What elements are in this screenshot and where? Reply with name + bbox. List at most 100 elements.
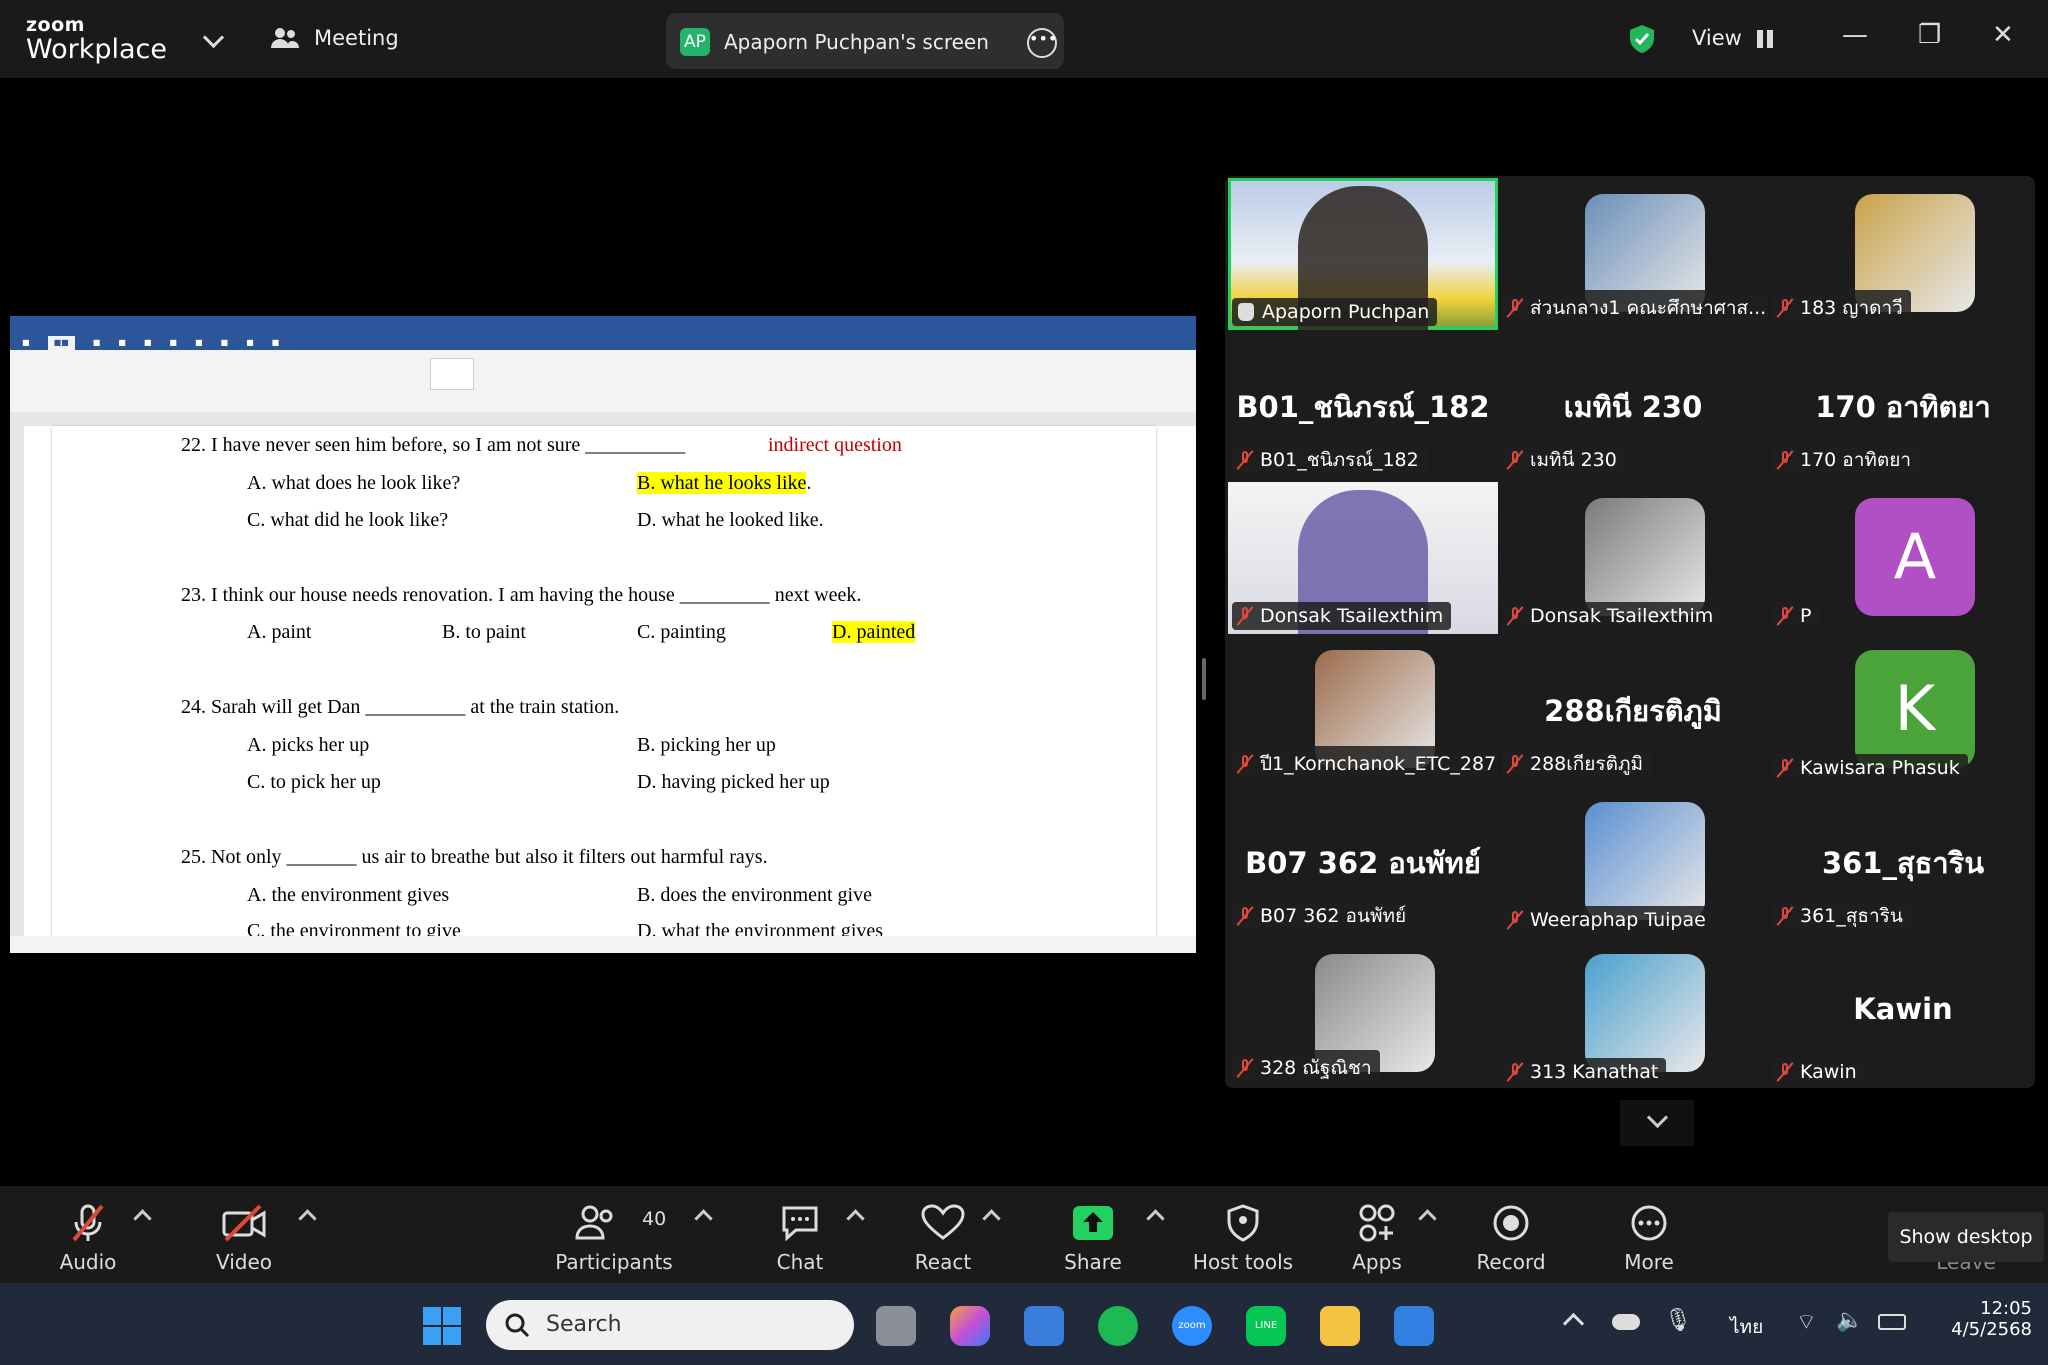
view-button[interactable]: View — [1692, 26, 1773, 50]
more-button[interactable]: More — [1606, 1186, 1692, 1283]
security-shield-icon[interactable] — [1628, 24, 1656, 54]
participant-name-tag: Donsak Tsailexthim — [1502, 602, 1722, 630]
gallery-next-page-button[interactable] — [1620, 1100, 1694, 1146]
participant-name: 313 Kanathat — [1530, 1061, 1659, 1083]
react-button[interactable]: React — [900, 1186, 986, 1283]
clock-date: 4/5/2568 — [1951, 1319, 2032, 1340]
copilot-icon[interactable] — [950, 1306, 990, 1346]
volume-icon[interactable]: 🔈 — [1836, 1308, 1863, 1333]
wifi-icon[interactable]: ⌔ — [1796, 1308, 1817, 1336]
word-ribbon-tabs: ■ ■■ ■ ■ ■ ■ ■ ■ ■ ■ — [10, 336, 1196, 350]
participant-tile[interactable]: B07 362 อนพัทย์ B07 362 อนพัทย์ — [1228, 786, 1498, 938]
participant-display-name: 361_สุธาริน — [1821, 846, 1985, 880]
style-swatch — [476, 358, 518, 388]
participant-tile[interactable]: ปี1_Kornchanok_ETC_287 — [1228, 634, 1498, 786]
windows-start-icon[interactable] — [422, 1306, 462, 1346]
participant-tile[interactable]: 361_สุธาริน 361_สุธาริน — [1768, 786, 2038, 938]
microphone-muted-icon — [1508, 298, 1522, 318]
participant-tile[interactable]: Weeraphap Tuipae — [1498, 786, 1768, 938]
participant-display-name: 288เกียรติภูมิ — [1544, 694, 1722, 728]
brand-logo: Workplace — [26, 34, 168, 65]
style-swatch — [706, 358, 748, 388]
microphone-muted-icon — [1238, 906, 1252, 926]
participant-display-name: 170 อาทิตยา — [1815, 390, 1991, 424]
audio-button[interactable]: Audio — [48, 1186, 128, 1283]
meeting-label: Meeting — [314, 26, 399, 50]
participant-tile[interactable]: Apaporn Puchpan — [1228, 178, 1498, 330]
question-25-option-b: B. does the environment give — [637, 884, 872, 906]
apps-button[interactable]: Apps — [1334, 1186, 1420, 1283]
host-tools-button[interactable]: Host tools — [1188, 1186, 1298, 1283]
microphone-muted-icon — [1238, 1058, 1252, 1078]
participants-button[interactable]: 40 Participants — [552, 1186, 676, 1283]
search-placeholder: Search — [546, 1312, 622, 1337]
participant-tile[interactable]: ส่วนกลาง1 คณะศึกษาศาส... — [1498, 178, 1768, 330]
participant-name: B01_ชนิภรณ์_182 — [1260, 449, 1419, 471]
word-title-bar — [10, 316, 1196, 336]
zoom-app-icon[interactable]: zoom — [1172, 1306, 1212, 1346]
battery-icon[interactable] — [1878, 1314, 1906, 1330]
meeting-info-button[interactable]: Meeting — [270, 26, 399, 50]
participant-name: 288เกียรติภูมิ — [1530, 753, 1643, 775]
question-24-option-c: C. to pick her up — [247, 771, 381, 793]
chat-label: Chat — [776, 1250, 824, 1274]
record-button[interactable]: Record — [1468, 1186, 1554, 1283]
split-resize-handle[interactable] — [1202, 658, 1206, 700]
style-swatch — [798, 358, 840, 388]
participant-tile[interactable]: AP — [1768, 482, 2038, 634]
microphone-muted-icon — [1778, 606, 1792, 626]
photos-icon[interactable] — [1394, 1306, 1434, 1346]
question-23-option-b: B. to paint — [442, 621, 526, 643]
taskbar-clock[interactable]: 12:05 4/5/2568 — [1942, 1298, 2032, 1340]
microphone-muted-icon — [1238, 606, 1252, 626]
video-button[interactable]: Video — [204, 1186, 284, 1283]
notepad-icon[interactable] — [1024, 1306, 1064, 1346]
style-swatch — [614, 358, 656, 388]
participant-tile[interactable]: 328 ณัฐณิชา — [1228, 938, 1498, 1090]
participant-tile[interactable]: Donsak Tsailexthim — [1498, 482, 1768, 634]
close-icon[interactable]: ✕ — [1992, 20, 2014, 50]
participant-tile[interactable]: K Kawisara Phasuk — [1768, 634, 2038, 786]
participant-tile[interactable]: Donsak Tsailexthim — [1228, 482, 1498, 634]
minimize-icon[interactable]: — — [1842, 20, 1868, 50]
chat-button[interactable]: Chat — [758, 1186, 842, 1283]
participant-tile[interactable]: 183 ญาดาวี — [1768, 178, 2038, 330]
participant-tile[interactable]: Kawin Kawin — [1768, 938, 2038, 1090]
onedrive-cloud-icon[interactable] — [1612, 1314, 1640, 1330]
chevron-down-icon — [1646, 1106, 1669, 1129]
spotify-icon[interactable] — [1098, 1306, 1138, 1346]
participant-tile[interactable]: B01_ชนิภรณ์_182 B01_ชนิภรณ์_182 — [1228, 330, 1498, 482]
tab-layout: ■ — [169, 338, 177, 347]
record-icon — [1493, 1205, 1529, 1241]
tab-draw: ■ — [118, 338, 126, 347]
task-view-icon[interactable] — [876, 1306, 916, 1346]
restore-icon[interactable]: ❐ — [1918, 20, 1941, 50]
participant-tile[interactable]: เมทินี 230 เมทินี 230 — [1498, 330, 1768, 482]
participant-name: B07 362 อนพัทย์ — [1260, 905, 1407, 927]
view-label: View — [1692, 26, 1742, 50]
participant-tile[interactable]: 313 Kanathat — [1498, 938, 1768, 1090]
chat-bubble-icon — [782, 1206, 818, 1242]
word-status-bar — [10, 936, 1196, 953]
participant-name-tag: ปี1_Kornchanok_ETC_287 — [1232, 746, 1498, 782]
participant-name-tag: 183 ญาดาวี — [1772, 290, 1911, 326]
taskbar-search[interactable]: Search — [486, 1300, 854, 1350]
question-23-stem: 23. I think our house needs renovation. … — [181, 584, 862, 606]
clock-time: 12:05 — [1980, 1298, 2032, 1319]
participant-name-tag: 170 อาทิตยา — [1772, 442, 1920, 478]
style-swatch — [568, 358, 610, 388]
share-screen-button[interactable]: Share — [1050, 1186, 1136, 1283]
line-app-icon[interactable]: LINE — [1246, 1306, 1286, 1346]
question-25-stem: 25. Not only _______ us air to breathe b… — [181, 846, 768, 868]
microphone-tray-icon[interactable]: 🎙 — [1664, 1308, 1694, 1338]
question-24-stem: 24. Sarah will get Dan __________ at the… — [181, 696, 620, 718]
microphone-muted-icon — [1238, 450, 1252, 470]
question-24-option-b: B. picking her up — [637, 734, 776, 756]
style-swatch — [890, 358, 932, 388]
input-language-indicator[interactable]: ไทย — [1730, 1312, 1763, 1342]
participant-tile[interactable]: 288เกียรติภูมิ 288เกียรติภูมิ — [1498, 634, 1768, 786]
more-options-icon[interactable]: ••• — [1027, 28, 1057, 58]
question-23-option-a: A. paint — [247, 621, 312, 643]
file-explorer-icon[interactable] — [1320, 1306, 1360, 1346]
participant-tile[interactable]: 170 อาทิตยา 170 อาทิตยา — [1768, 330, 2038, 482]
